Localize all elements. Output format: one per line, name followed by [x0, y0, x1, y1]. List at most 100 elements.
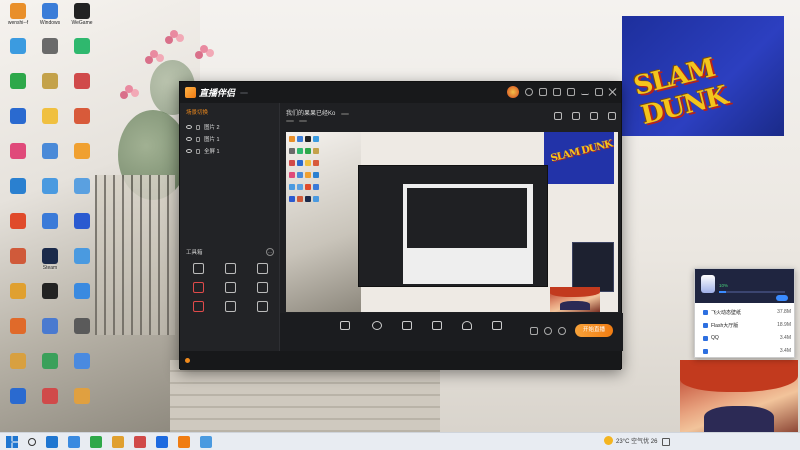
taskbar-app-icon[interactable] — [68, 436, 80, 448]
start-button[interactable] — [6, 436, 18, 448]
desktop-icon[interactable] — [2, 247, 34, 280]
taskbar-app-icon[interactable] — [200, 436, 212, 448]
checkbox[interactable] — [703, 348, 708, 354]
room-tag[interactable] — [299, 120, 307, 122]
desktop-icon[interactable] — [66, 317, 98, 350]
room-action-icon[interactable] — [590, 112, 598, 120]
control-button[interactable] — [340, 321, 350, 332]
popup-toggle[interactable] — [776, 295, 788, 301]
desktop-icon[interactable] — [2, 72, 34, 105]
desktop-icon[interactable] — [66, 142, 98, 175]
desktop-icon[interactable] — [66, 247, 98, 280]
taskbar-app-icon[interactable] — [134, 436, 146, 448]
desktop-icon[interactable] — [66, 37, 98, 70]
popup-row[interactable]: Flash大厅版 18.9M — [703, 320, 791, 330]
user-avatar[interactable] — [507, 86, 519, 98]
desktop-icon[interactable] — [66, 282, 98, 315]
desktop-icon[interactable] — [66, 177, 98, 210]
control-button[interactable] — [492, 321, 502, 332]
desktop-icon[interactable] — [34, 282, 66, 315]
desktop-icon[interactable] — [66, 387, 98, 420]
more-icon[interactable]: … — [266, 248, 274, 256]
eye-preview-icon[interactable] — [544, 327, 552, 335]
room-tag[interactable] — [286, 120, 294, 122]
tab-scene-switch[interactable]: 场景切换 — [186, 108, 208, 116]
desktop-icon[interactable] — [34, 37, 66, 70]
checkbox[interactable] — [703, 322, 708, 328]
taskbar-app-icon[interactable] — [178, 436, 190, 448]
desktop-icon[interactable] — [2, 387, 34, 420]
popup-row[interactable]: 飞火动态壁纸 37.8M — [703, 307, 791, 317]
start-live-button[interactable]: 开始直播 — [575, 324, 613, 337]
live-preview[interactable]: SLAM DUNK — [286, 132, 618, 312]
taskbar-app-icon[interactable] — [112, 436, 124, 448]
desktop-icon[interactable] — [2, 177, 34, 210]
control-button[interactable] — [432, 321, 442, 332]
tool-item[interactable] — [246, 263, 278, 276]
taskbar-app-icon[interactable] — [46, 436, 58, 448]
tool-item[interactable] — [246, 301, 278, 314]
desktop-icon[interactable] — [2, 107, 34, 140]
desktop-icon[interactable] — [66, 72, 98, 105]
tool-item[interactable] — [214, 301, 246, 314]
maximize-icon[interactable] — [595, 88, 603, 96]
popup-row[interactable]: 3.4M — [703, 346, 791, 356]
message-icon[interactable] — [539, 88, 547, 96]
desktop-icon[interactable] — [34, 387, 66, 420]
minimize-icon[interactable] — [581, 90, 589, 95]
control-button[interactable] — [372, 321, 382, 332]
share-icon[interactable] — [608, 112, 616, 120]
eye-icon[interactable] — [186, 125, 192, 129]
lock-icon[interactable] — [196, 136, 200, 142]
record-icon[interactable] — [530, 327, 538, 335]
settings-icon[interactable] — [525, 88, 533, 96]
desktop-icon[interactable] — [2, 317, 34, 350]
room-action-icon[interactable] — [572, 112, 580, 120]
scene-item[interactable]: 全屏 1 — [180, 145, 279, 157]
lock-icon[interactable] — [196, 124, 200, 130]
scene-item[interactable]: 图片 1 — [180, 133, 279, 145]
tool-item[interactable] — [182, 282, 214, 295]
settings-small-icon[interactable] — [558, 327, 566, 335]
desktop-icon[interactable] — [34, 142, 66, 175]
desktop-icon[interactable] — [66, 352, 98, 385]
desktop-icon[interactable]: WeGame — [66, 2, 98, 35]
desktop-icon[interactable] — [34, 107, 66, 140]
desktop-icon[interactable]: Windows — [34, 2, 66, 35]
eye-icon[interactable] — [186, 149, 192, 153]
lock-icon[interactable] — [196, 148, 200, 154]
desktop-icon[interactable] — [2, 142, 34, 175]
tool-item[interactable] — [214, 263, 246, 276]
control-button[interactable] — [402, 321, 412, 332]
taskbar-app-icon[interactable] — [156, 436, 168, 448]
tool-item[interactable] — [214, 282, 246, 295]
menu-icon[interactable] — [567, 88, 575, 96]
desktop-icon[interactable] — [34, 317, 66, 350]
desktop-icon[interactable] — [66, 212, 98, 245]
weather-widget[interactable]: 23°C 空气优 26 — [604, 436, 657, 445]
desktop-icon[interactable]: Steam — [34, 247, 66, 280]
version-badge[interactable] — [240, 91, 249, 94]
room-action-icon[interactable] — [554, 112, 562, 120]
tray-icon[interactable] — [662, 438, 670, 446]
tool-item[interactable] — [246, 282, 278, 295]
close-icon[interactable] — [609, 88, 617, 96]
desktop-icon[interactable] — [34, 177, 66, 210]
desktop-icon[interactable] — [34, 352, 66, 385]
edit-room-button[interactable] — [341, 113, 350, 115]
desktop-icon[interactable] — [2, 352, 34, 385]
scene-item[interactable]: 图片 2 — [180, 121, 279, 133]
desktop-icon[interactable]: wenshi--f — [2, 2, 34, 35]
desktop-icon[interactable] — [34, 72, 66, 105]
taskbar-app-icon[interactable] — [90, 436, 102, 448]
desktop-icon[interactable] — [2, 212, 34, 245]
checkbox[interactable] — [703, 309, 708, 315]
search-icon[interactable] — [28, 438, 36, 446]
desktop-icon[interactable] — [66, 107, 98, 140]
gift-icon[interactable] — [553, 88, 561, 96]
control-button[interactable] — [462, 321, 472, 332]
checkbox[interactable] — [703, 335, 708, 341]
tool-item[interactable] — [182, 263, 214, 276]
desktop-icon[interactable] — [2, 282, 34, 315]
desktop-icon[interactable] — [2, 37, 34, 70]
